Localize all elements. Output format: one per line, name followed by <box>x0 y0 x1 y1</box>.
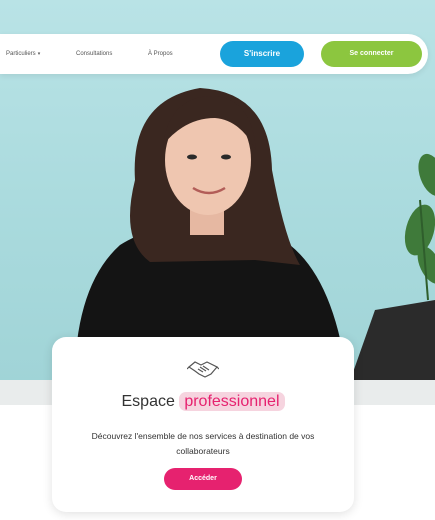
login-button[interactable]: Se connecter <box>321 41 422 67</box>
nav-item-label: À Propos <box>148 51 173 57</box>
nav-item-consultations[interactable]: Consultations <box>76 34 112 74</box>
nav-item-label: Consultations <box>76 51 113 57</box>
nav-item-label: Particuliers <box>6 51 36 57</box>
nav-item-a-propos[interactable]: À Propos <box>148 34 173 74</box>
card-title-highlight: professionnel <box>179 392 285 411</box>
chevron-down-icon: ▾ <box>37 51 41 57</box>
card-description: Découvrez l'ensemble de nos services à d… <box>91 431 315 456</box>
signup-button[interactable]: S'inscrire <box>220 41 304 67</box>
professional-space-card: Espace professionnel Découvrez l'ensembl… <box>52 337 354 512</box>
plant-decoration <box>404 153 435 301</box>
handshake-icon <box>187 361 219 378</box>
card-title: Espace professionnel <box>52 392 354 411</box>
nav-item-particuliers[interactable]: Particuliers ▾ <box>6 34 40 74</box>
top-navbar: Particuliers ▾ Consultations À Propos S'i… <box>0 34 428 74</box>
access-button[interactable]: Accéder <box>164 468 242 490</box>
card-title-prefix: Espace <box>121 393 175 410</box>
